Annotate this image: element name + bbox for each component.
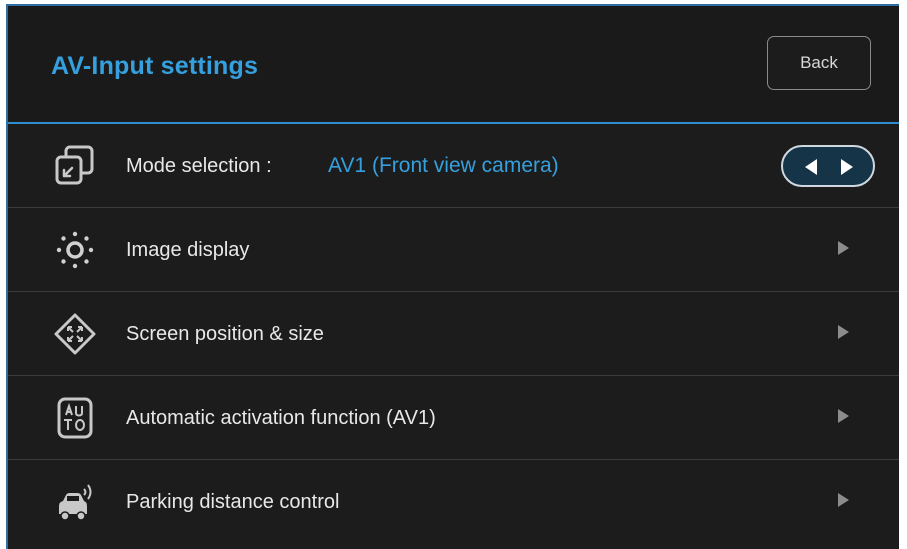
header-bar: AV-Input settings Back	[8, 6, 899, 122]
mode-selection-icon	[53, 144, 97, 188]
back-button[interactable]: Back	[767, 36, 871, 90]
mode-selection-value: AV1 (Front view camera)	[328, 154, 559, 177]
settings-list: Mode selection : AV1 (Front view camera)	[8, 124, 899, 549]
prev-arrow-icon[interactable]	[805, 159, 817, 175]
chevron-right-icon	[838, 493, 849, 507]
brightness-icon	[53, 228, 97, 272]
auto-activation-row[interactable]: Automatic activation function (AV1)	[8, 376, 899, 460]
av-input-settings-screen: AV-Input settings Back Mode selection : …	[6, 4, 899, 549]
mode-selection-label: Mode selection :	[126, 155, 272, 177]
image-display-label: Image display	[126, 239, 250, 261]
page-title: AV-Input settings	[51, 52, 259, 80]
image-display-row[interactable]: Image display	[8, 208, 899, 292]
mode-selection-row: Mode selection : AV1 (Front view camera)	[8, 124, 899, 208]
chevron-right-icon	[838, 241, 849, 255]
screen-position-row[interactable]: Screen position & size	[8, 292, 899, 376]
next-arrow-icon[interactable]	[841, 159, 853, 175]
auto-activation-label: Automatic activation function (AV1)	[126, 407, 436, 429]
auto-icon	[53, 396, 97, 440]
parking-car-icon	[53, 480, 97, 524]
chevron-right-icon	[838, 325, 849, 339]
parking-distance-row[interactable]: Parking distance control	[8, 460, 899, 549]
chevron-right-icon	[838, 409, 849, 423]
parking-distance-label: Parking distance control	[126, 491, 340, 513]
screen-position-label: Screen position & size	[126, 323, 324, 345]
screen-position-icon	[53, 312, 97, 356]
mode-prev-next-toggle[interactable]	[781, 145, 875, 187]
